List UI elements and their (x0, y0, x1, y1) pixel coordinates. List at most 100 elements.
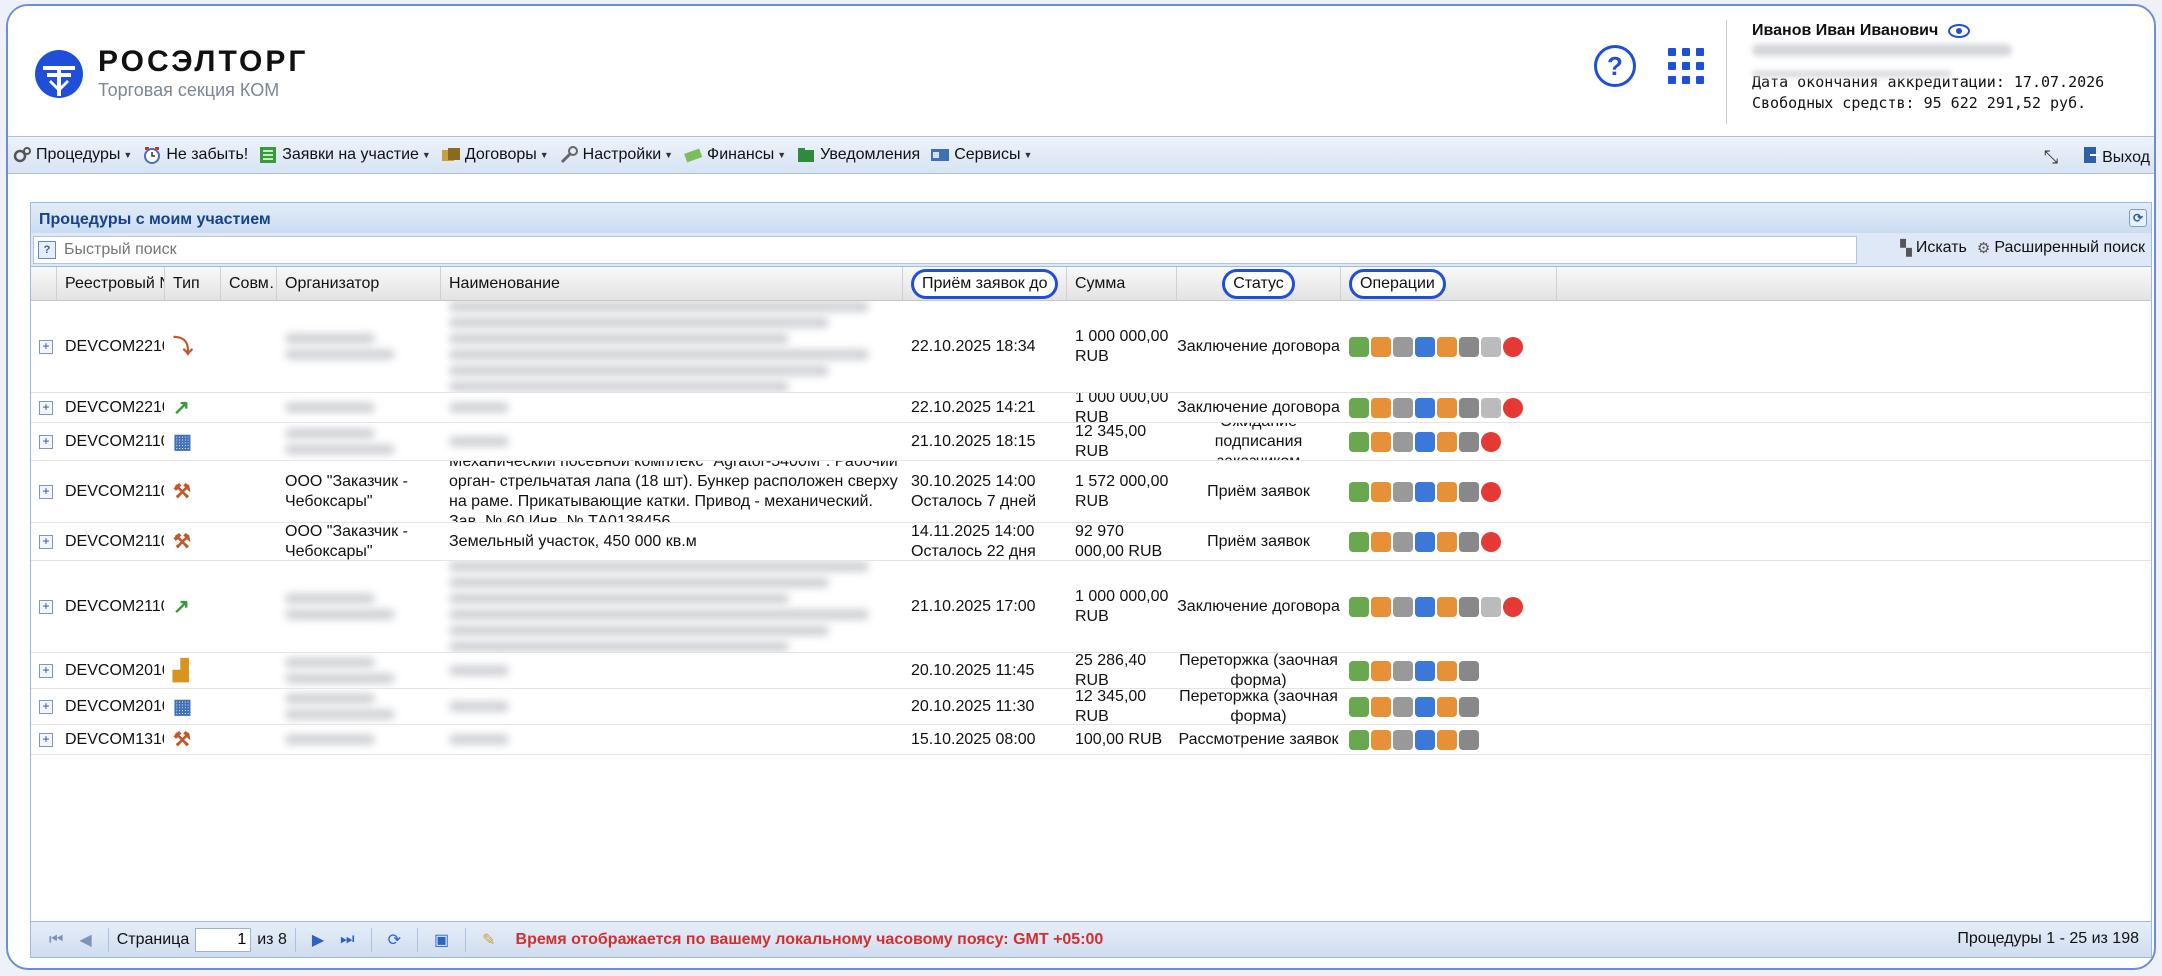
operation-icon[interactable] (1437, 336, 1457, 357)
operation-icon[interactable] (1393, 696, 1413, 717)
expand-icon[interactable]: + (39, 534, 53, 549)
brush-icon[interactable]: ✎ (482, 930, 495, 950)
operation-icon[interactable] (1415, 660, 1435, 681)
operation-icon[interactable] (1437, 397, 1457, 418)
operation-icon[interactable] (1437, 729, 1457, 750)
operation-icon[interactable] (1393, 336, 1413, 357)
operation-icon[interactable] (1393, 397, 1413, 418)
menu-applications[interactable]: Заявки на участие ▼ (258, 145, 431, 165)
menu-settings[interactable]: Настройки ▼ (559, 145, 673, 165)
reg-no-cell[interactable]: DEVCOM22102… (57, 301, 165, 392)
operation-icon[interactable] (1481, 336, 1501, 357)
operation-icon[interactable] (1459, 397, 1479, 418)
table-row[interactable]: + DEVCOM21102… ↗ 21.10.2025 17:00 1 000 000,… (31, 561, 2151, 653)
operation-icon[interactable] (1459, 431, 1479, 452)
operation-icon[interactable] (1481, 431, 1501, 452)
next-page-icon[interactable]: ▶ (312, 930, 324, 950)
operation-icon[interactable] (1371, 431, 1391, 452)
last-page-icon[interactable]: ⏭ (340, 931, 354, 949)
col-sum[interactable]: Сумма (1067, 267, 1177, 301)
col-type[interactable]: Тип (165, 267, 221, 301)
operation-icon[interactable] (1349, 729, 1369, 750)
reg-no-cell[interactable]: DEVCOM21102… (57, 423, 165, 460)
reg-no-cell[interactable]: DEVCOM21102… (57, 561, 165, 652)
operation-icon[interactable] (1393, 531, 1413, 552)
expand-icon[interactable]: + (39, 599, 53, 614)
operation-icon[interactable] (1349, 531, 1369, 552)
operation-icon[interactable] (1415, 431, 1435, 452)
table-row[interactable]: + DEVCOM21102… ⚒ ООО "Заказчик - Чебоксары"… (31, 523, 2151, 561)
operation-icon[interactable] (1459, 660, 1479, 681)
menu-services[interactable]: Сервисы ▼ (930, 145, 1032, 165)
menu-dont-forget[interactable]: Не забыть! (142, 145, 248, 165)
operation-icon[interactable] (1371, 336, 1391, 357)
table-row[interactable]: + DEVCOM22102… ↗ 22.10.2025 14:21 1 000 000,… (31, 393, 2151, 423)
operation-icon[interactable] (1481, 481, 1501, 502)
operation-icon[interactable] (1437, 660, 1457, 681)
operation-icon[interactable] (1459, 729, 1479, 750)
col-organizer[interactable]: Организатор (277, 267, 441, 301)
table-row[interactable]: + DEVCOM21102… ▦ 21.10.2025 18:15 12 345,00 … (31, 423, 2151, 461)
operation-icon[interactable] (1437, 596, 1457, 617)
expand-icon[interactable]: + (39, 434, 53, 449)
operation-icon[interactable] (1349, 596, 1369, 617)
expand-icon[interactable]: + (39, 663, 53, 678)
exit-button[interactable]: Выход (2102, 149, 2150, 167)
menu-procedures[interactable]: Процедуры ▼ (12, 145, 132, 165)
operation-icon[interactable] (1371, 696, 1391, 717)
expand-icon[interactable]: + (39, 699, 53, 714)
operation-icon[interactable] (1349, 397, 1369, 418)
operation-icon[interactable] (1437, 531, 1457, 552)
search-button[interactable]: ▚ Искать (1900, 239, 1967, 257)
operation-icon[interactable] (1437, 481, 1457, 502)
operation-icon[interactable] (1481, 531, 1501, 552)
operation-icon[interactable] (1503, 397, 1523, 418)
menu-finance[interactable]: Финансы ▼ (683, 145, 786, 165)
operation-icon[interactable] (1371, 481, 1391, 502)
operation-icon[interactable] (1459, 531, 1479, 552)
operation-icon[interactable] (1393, 729, 1413, 750)
operation-icon[interactable] (1371, 531, 1391, 552)
col-joint[interactable]: Совм… (221, 267, 277, 301)
operation-icon[interactable] (1437, 431, 1457, 452)
operation-icon[interactable] (1349, 696, 1369, 717)
operation-icon[interactable] (1371, 596, 1391, 617)
expand-icon[interactable]: + (39, 339, 53, 354)
operation-icon[interactable] (1437, 696, 1457, 717)
table-row[interactable]: + DEVCOM20102… ▟ 20.10.2025 11:45 25 286,40 … (31, 653, 2151, 689)
user-name[interactable]: Иванов Иван Иванович (1752, 20, 1938, 41)
eye-icon[interactable] (1948, 23, 1971, 38)
operation-icon[interactable] (1349, 336, 1369, 357)
first-page-icon[interactable]: ⏮ (49, 931, 63, 949)
operation-icon[interactable] (1481, 397, 1501, 418)
logo[interactable]: РОСЭЛТОРГ Торговая секция КОМ (34, 46, 308, 101)
prev-page-icon[interactable]: ◀ (79, 930, 91, 950)
operation-icon[interactable] (1503, 596, 1523, 617)
advanced-search-button[interactable]: ⚙ Расширенный поиск (1977, 239, 2145, 257)
search-help-icon[interactable]: ? (38, 240, 56, 259)
col-operations[interactable]: Операции (1341, 267, 1557, 301)
collapse-icon[interactable]: ⤡ (2044, 147, 2058, 168)
table-row[interactable]: + DEVCOM21102… ⚒ ООО "Заказчик - Чебоксары"… (31, 461, 2151, 523)
menu-notifications[interactable]: Уведомления (796, 145, 920, 165)
table-row[interactable]: + DEVCOM13102… ⚒ 15.10.2025 08:00 100,00 RUB… (31, 725, 2151, 755)
operation-icon[interactable] (1371, 397, 1391, 418)
operation-icon[interactable] (1415, 481, 1435, 502)
refresh-icon[interactable]: ⟳ (388, 930, 401, 950)
expand-icon[interactable]: + (39, 400, 53, 415)
operation-icon[interactable] (1349, 431, 1369, 452)
reg-no-cell[interactable]: DEVCOM21102… (57, 523, 165, 560)
operation-icon[interactable] (1393, 660, 1413, 681)
col-name[interactable]: Наименование (441, 267, 903, 301)
operation-icon[interactable] (1459, 696, 1479, 717)
operation-icon[interactable] (1481, 596, 1501, 617)
reg-no-cell[interactable]: DEVCOM20102… (57, 653, 165, 688)
refresh-panel-icon[interactable]: ⟳ (2129, 209, 2147, 227)
operation-icon[interactable] (1415, 696, 1435, 717)
col-reg-no[interactable]: Реестровый № (57, 267, 165, 301)
help-button[interactable]: ? (1594, 45, 1636, 87)
col-status[interactable]: Статус (1177, 267, 1341, 301)
save-icon[interactable]: ▣ (434, 930, 449, 950)
page-input[interactable] (195, 927, 252, 952)
menu-contracts[interactable]: Договоры ▼ (441, 145, 549, 165)
